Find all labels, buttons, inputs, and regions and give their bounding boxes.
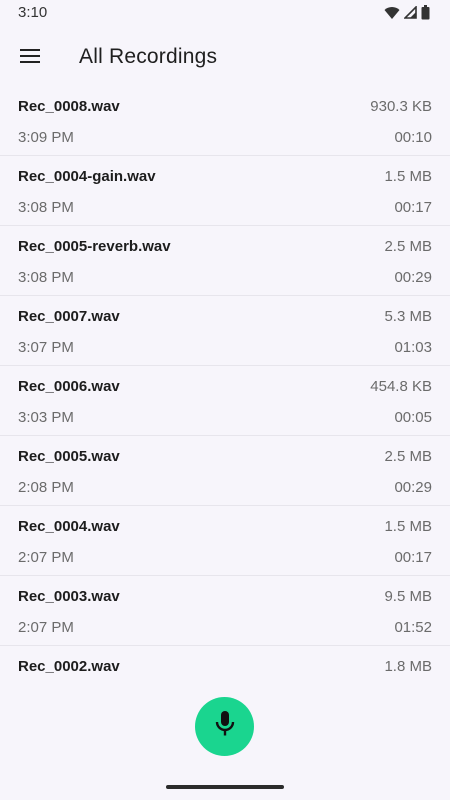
recording-duration: 00:17: [394, 549, 432, 566]
status-icons: [384, 5, 430, 25]
signal-icon: [403, 5, 417, 24]
recording-size: 2.5 MB: [384, 238, 432, 255]
recording-name: Rec_0004.wav: [18, 518, 120, 535]
recording-item[interactable]: Rec_0005-reverb.wav 2.5 MB 3:08 PM 00:29: [0, 226, 450, 296]
recording-size: 1.5 MB: [384, 518, 432, 535]
recording-name: Rec_0008.wav: [18, 98, 120, 115]
recording-time: 3:08 PM: [18, 199, 74, 216]
screen: 3:10 All Recordings Rec_0008.wav 930.3 K…: [0, 0, 450, 800]
recording-size: 1.5 MB: [384, 168, 432, 185]
recording-name: Rec_0005.wav: [18, 448, 120, 465]
recording-name: Rec_0007.wav: [18, 308, 120, 325]
menu-icon: [19, 48, 41, 69]
app-bar: All Recordings: [0, 30, 450, 86]
recording-item[interactable]: Rec_0007.wav 5.3 MB 3:07 PM 01:03: [0, 296, 450, 366]
recording-name: Rec_0002.wav: [18, 658, 120, 675]
recording-duration: 01:03: [394, 339, 432, 356]
recording-item[interactable]: Rec_0004-gain.wav 1.5 MB 3:08 PM 00:17: [0, 156, 450, 226]
recording-name: Rec_0003.wav: [18, 588, 120, 605]
recording-duration: 01:52: [394, 619, 432, 636]
recording-duration: 00:17: [394, 199, 432, 216]
recording-name: Rec_0006.wav: [18, 378, 120, 395]
recording-item[interactable]: Rec_0005.wav 2.5 MB 2:08 PM 00:29: [0, 436, 450, 506]
recording-time: 3:08 PM: [18, 269, 74, 286]
recording-time: 2:07 PM: [18, 549, 74, 566]
recording-name: Rec_0005-reverb.wav: [18, 238, 171, 255]
recordings-list[interactable]: Rec_0008.wav 930.3 KB 3:09 PM 00:10 Rec_…: [0, 86, 450, 686]
recording-item[interactable]: Rec_0002.wav 1.8 MB: [0, 646, 450, 686]
recording-item[interactable]: Rec_0006.wav 454.8 KB 3:03 PM 00:05: [0, 366, 450, 436]
recording-item[interactable]: Rec_0004.wav 1.5 MB 2:07 PM 00:17: [0, 506, 450, 576]
status-time: 3:10: [18, 4, 48, 21]
recording-time: 3:07 PM: [18, 339, 74, 356]
recording-size: 2.5 MB: [384, 448, 432, 465]
wifi-icon: [384, 6, 400, 25]
recording-duration: 00:29: [394, 269, 432, 286]
recording-size: 1.8 MB: [384, 658, 432, 675]
recording-size: 5.3 MB: [384, 308, 432, 325]
gesture-nav-handle[interactable]: [166, 785, 284, 789]
recording-duration: 00:10: [394, 129, 432, 146]
recording-time: 3:03 PM: [18, 409, 74, 426]
recording-time: 3:09 PM: [18, 129, 74, 146]
recording-size: 9.5 MB: [384, 588, 432, 605]
page-title: All Recordings: [79, 45, 218, 68]
recording-duration: 00:29: [394, 479, 432, 496]
recording-size: 930.3 KB: [370, 98, 432, 115]
battery-icon: [421, 5, 430, 25]
recording-time: 2:08 PM: [18, 479, 74, 496]
menu-button[interactable]: [10, 38, 50, 78]
recording-time: 2:07 PM: [18, 619, 74, 636]
recording-item[interactable]: Rec_0003.wav 9.5 MB 2:07 PM 01:52: [0, 576, 450, 646]
recording-duration: 00:05: [394, 409, 432, 426]
recording-size: 454.8 KB: [370, 378, 432, 395]
status-bar: 3:10: [0, 0, 450, 26]
microphone-icon: [214, 710, 236, 743]
record-button[interactable]: [195, 697, 254, 756]
recording-item[interactable]: Rec_0008.wav 930.3 KB 3:09 PM 00:10: [0, 86, 450, 156]
recording-name: Rec_0004-gain.wav: [18, 168, 156, 185]
